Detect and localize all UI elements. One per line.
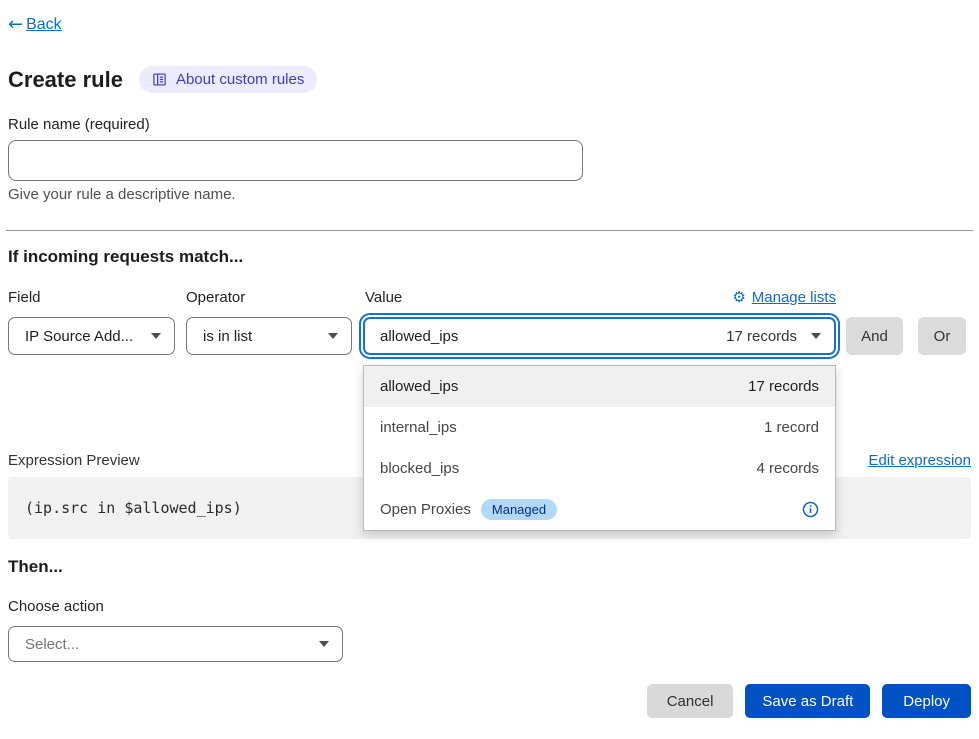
- then-section-heading: Then...: [8, 557, 63, 577]
- list-item-blocked-ips[interactable]: blocked_ips 4 records: [364, 448, 835, 489]
- gear-icon: ⚙: [732, 290, 745, 305]
- page-title: Create rule: [8, 67, 123, 93]
- create-rule-page: ← Back Create rule About custom rules Ru…: [0, 0, 979, 739]
- rule-name-label: Rule name (required): [8, 116, 150, 133]
- expression-preview-label: Expression Preview: [8, 452, 140, 469]
- field-select[interactable]: IP Source Add...: [8, 317, 175, 355]
- back-link[interactable]: ← Back: [8, 16, 62, 34]
- cancel-button[interactable]: Cancel: [647, 684, 734, 718]
- field-column-label: Field: [8, 289, 41, 306]
- chevron-down-icon: [151, 333, 161, 339]
- or-button[interactable]: Or: [918, 317, 966, 355]
- list-item-name: blocked_ips: [380, 460, 459, 477]
- value-select-record-count: 17 records: [726, 328, 797, 345]
- save-as-draft-button[interactable]: Save as Draft: [745, 684, 870, 718]
- action-select-placeholder: Select...: [25, 636, 79, 653]
- rule-name-input[interactable]: [8, 140, 583, 181]
- list-item-count: 4 records: [756, 460, 819, 477]
- choose-action-label: Choose action: [8, 598, 104, 615]
- manage-lists-label: Manage lists: [752, 289, 836, 306]
- list-dropdown: allowed_ips 17 records internal_ips 1 re…: [363, 365, 836, 531]
- list-item-name: Open Proxies: [380, 501, 471, 518]
- footer-actions: Cancel Save as Draft Deploy: [647, 684, 971, 718]
- back-link-label: Back: [26, 16, 62, 34]
- section-divider: [6, 230, 973, 231]
- info-icon[interactable]: [802, 501, 819, 518]
- rule-name-helper: Give your rule a descriptive name.: [8, 186, 236, 203]
- chevron-down-icon: [328, 333, 338, 339]
- field-select-value: IP Source Add...: [25, 328, 133, 345]
- list-item-name: internal_ips: [380, 419, 457, 436]
- list-item-name: allowed_ips: [380, 378, 458, 395]
- and-button[interactable]: And: [846, 317, 903, 355]
- operator-column-label: Operator: [186, 289, 245, 306]
- value-select-value: allowed_ips: [380, 328, 458, 345]
- about-custom-rules-label: About custom rules: [176, 71, 304, 88]
- operator-select-value: is in list: [203, 328, 252, 345]
- arrow-left-icon: ←: [8, 16, 23, 34]
- chevron-down-icon: [811, 333, 821, 339]
- action-select[interactable]: Select...: [8, 626, 343, 662]
- book-icon: [152, 72, 167, 87]
- value-select[interactable]: allowed_ips 17 records: [363, 317, 836, 355]
- managed-badge: Managed: [481, 499, 557, 520]
- about-custom-rules-link[interactable]: About custom rules: [139, 66, 317, 93]
- list-item-count: 1 record: [764, 419, 819, 436]
- operator-select[interactable]: is in list: [186, 317, 352, 355]
- edit-expression-link[interactable]: Edit expression: [868, 452, 971, 469]
- value-column-label: Value: [365, 289, 402, 306]
- list-item-open-proxies[interactable]: Open Proxies Managed: [364, 489, 835, 530]
- list-item-allowed-ips[interactable]: allowed_ips 17 records: [364, 366, 835, 407]
- title-row: Create rule About custom rules: [8, 66, 317, 93]
- chevron-down-icon: [319, 641, 329, 647]
- manage-lists-link[interactable]: ⚙ Manage lists: [732, 289, 836, 306]
- list-item-internal-ips[interactable]: internal_ips 1 record: [364, 407, 835, 448]
- match-section-heading: If incoming requests match...: [8, 247, 243, 267]
- deploy-button[interactable]: Deploy: [882, 684, 971, 718]
- list-item-count: 17 records: [748, 378, 819, 395]
